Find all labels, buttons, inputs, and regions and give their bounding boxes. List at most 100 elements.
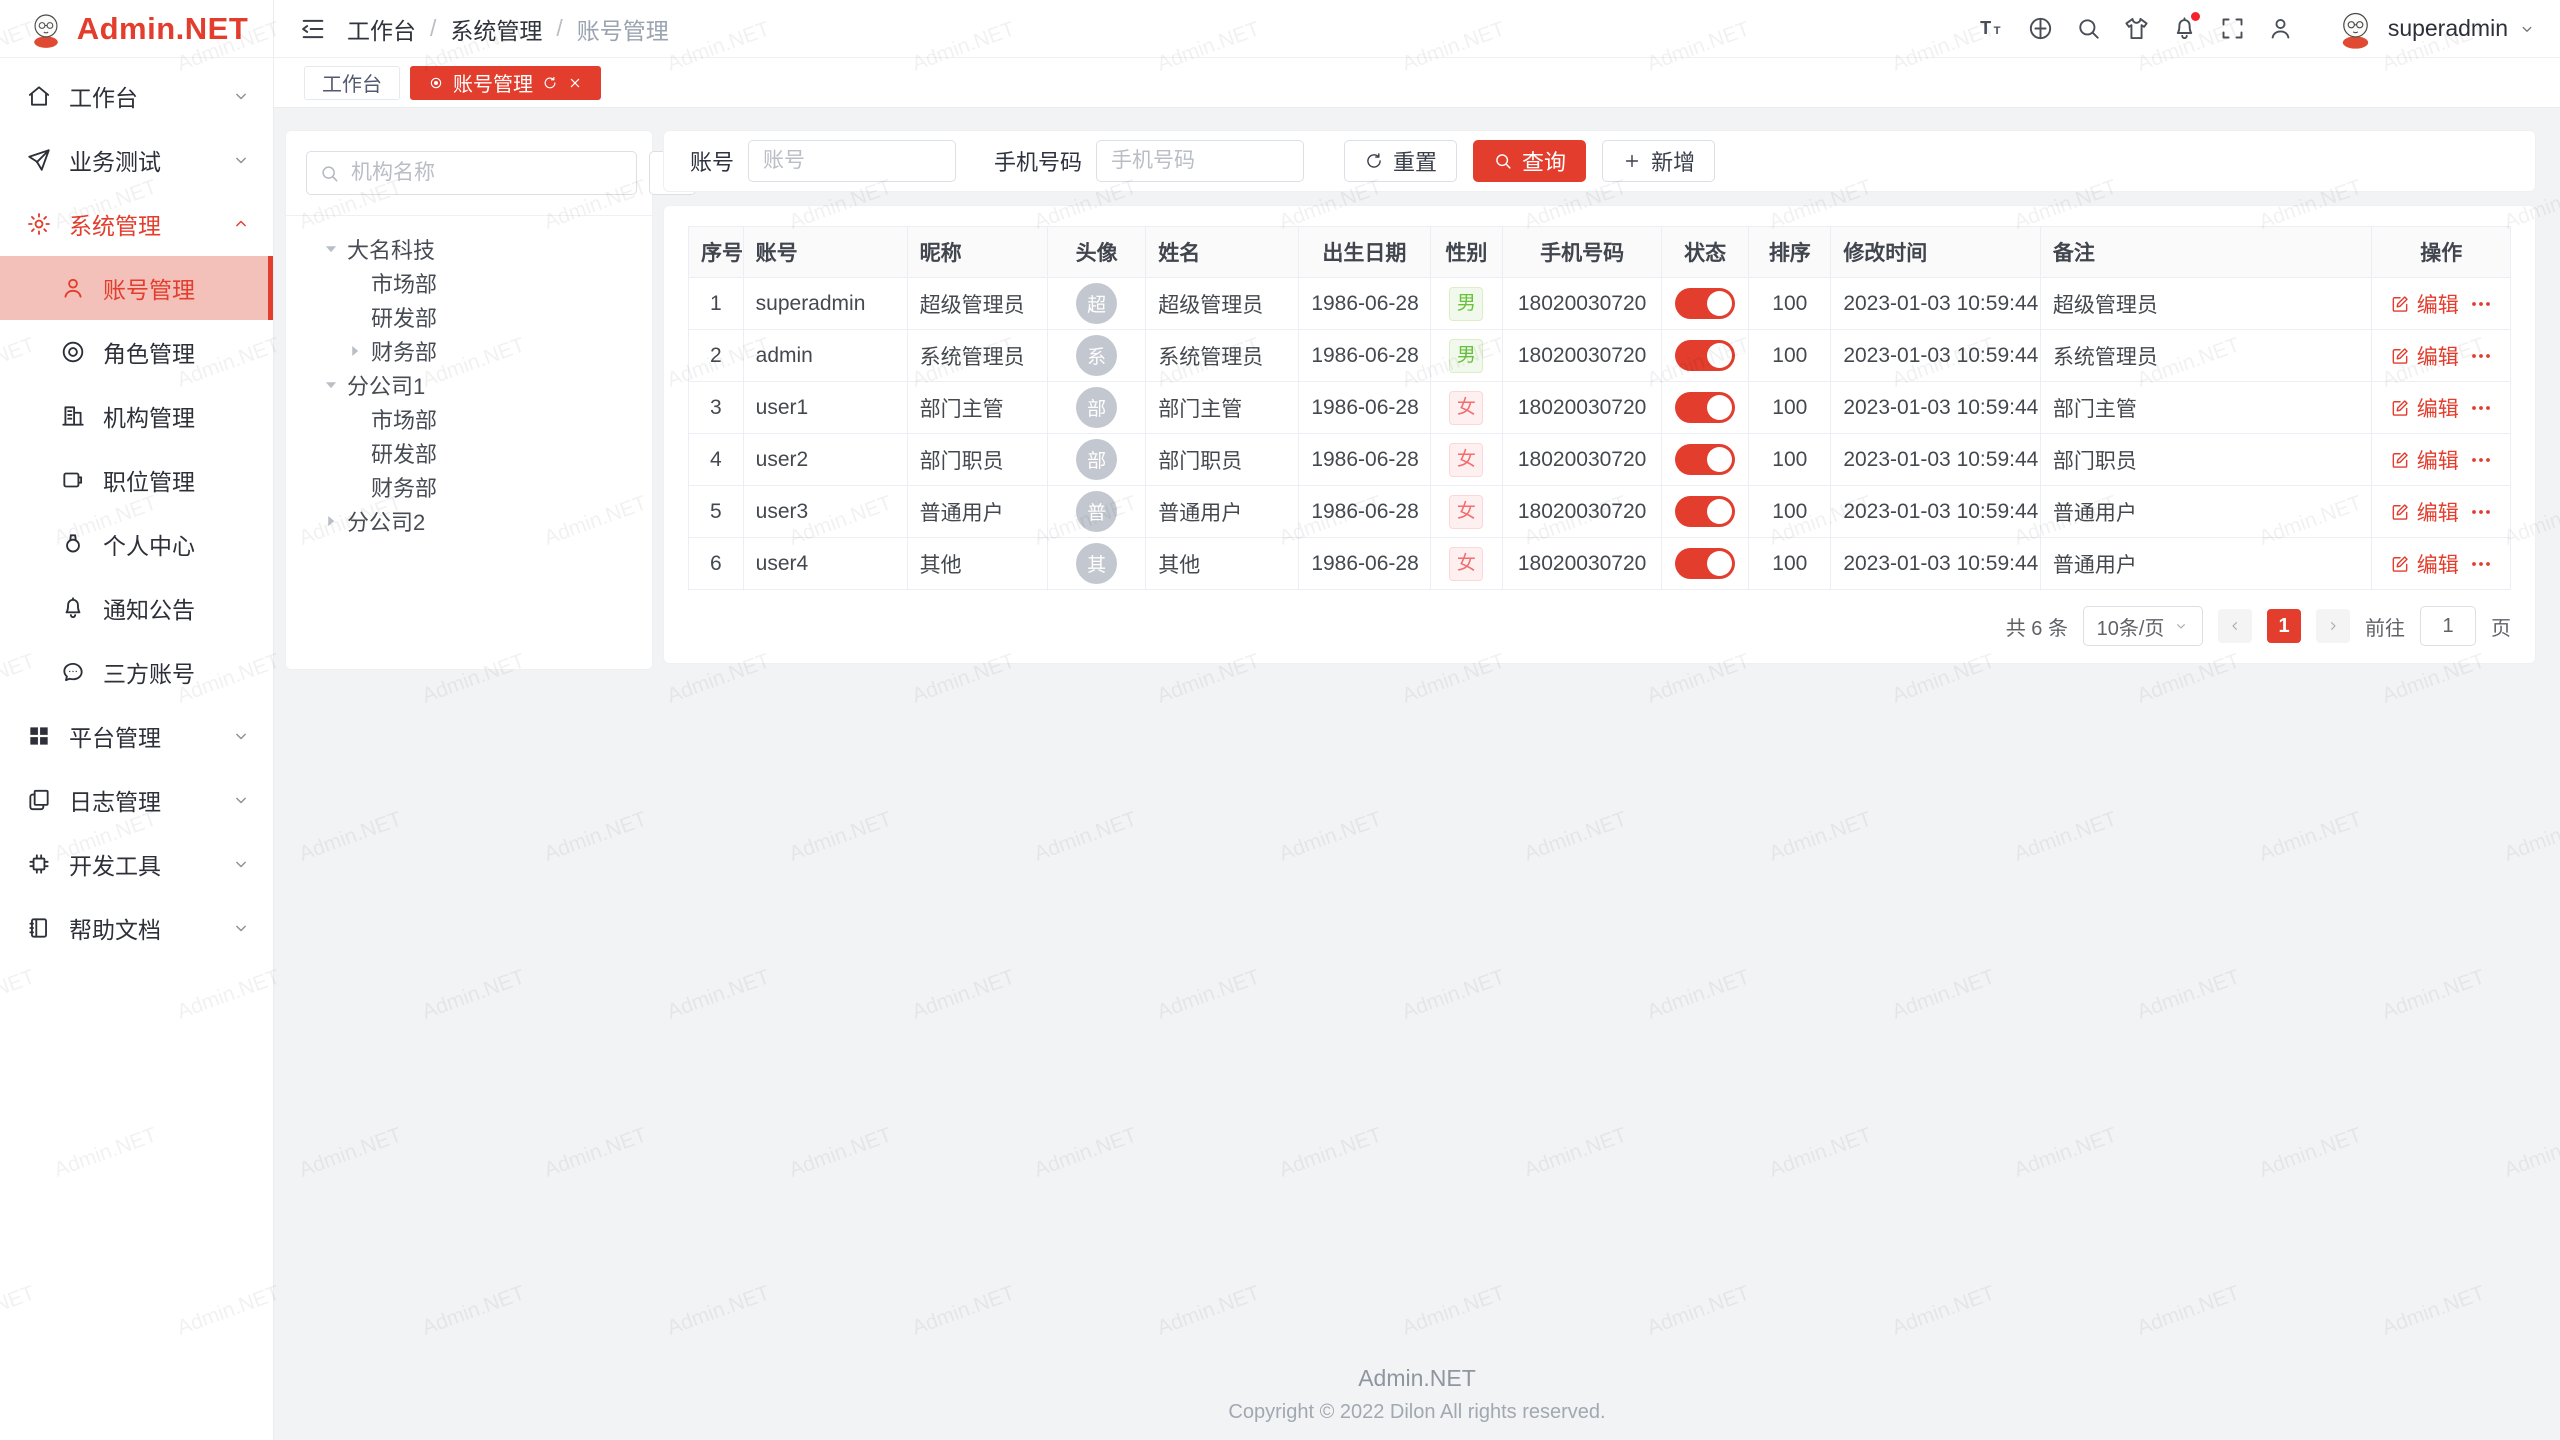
font-size-button[interactable]: TT bbox=[1971, 7, 2015, 51]
sidebar-item-system-manage[interactable]: 系统管理 bbox=[0, 192, 273, 256]
reset-button[interactable]: 重置 bbox=[1344, 140, 1457, 182]
status-toggle[interactable] bbox=[1675, 496, 1735, 527]
fullscreen-button[interactable] bbox=[2211, 7, 2255, 51]
sidebar-item-workbench[interactable]: 工作台 bbox=[0, 64, 273, 128]
cell-gender: 女 bbox=[1430, 382, 1503, 434]
tree-node-label: 财务部 bbox=[371, 471, 437, 503]
caret-down-icon[interactable] bbox=[320, 374, 342, 396]
edit-button[interactable]: 编辑 bbox=[2390, 445, 2459, 475]
pagination: 共 6 条 10条/页 1 前往 bbox=[688, 606, 2511, 646]
tree-node[interactable]: 财务部 bbox=[306, 470, 632, 504]
accounts-table: 序号账号昵称头像姓名出生日期性别手机号码状态排序修改时间备注操作1superad… bbox=[688, 226, 2511, 590]
accounts-table-card: 序号账号昵称头像姓名出生日期性别手机号码状态排序修改时间备注操作1superad… bbox=[663, 205, 2536, 664]
logo[interactable]: Admin.NET bbox=[0, 0, 273, 58]
row-more-button[interactable] bbox=[2469, 448, 2493, 472]
add-button-label: 新增 bbox=[1651, 145, 1695, 177]
sidebar-item-help-docs[interactable]: 帮助文档 bbox=[0, 896, 273, 960]
caret-placeholder bbox=[344, 408, 366, 430]
sidebar-item-dev-tools[interactable]: 开发工具 bbox=[0, 832, 273, 896]
tree-node[interactable]: 研发部 bbox=[306, 436, 632, 470]
next-page-button[interactable] bbox=[2316, 609, 2350, 643]
page-size-select[interactable]: 10条/页 bbox=[2083, 606, 2203, 646]
breadcrumb-item[interactable]: 工作台 bbox=[347, 12, 416, 46]
tree-node[interactable]: 市场部 bbox=[306, 266, 632, 300]
search-button[interactable] bbox=[2067, 7, 2111, 51]
user-menu[interactable]: superadmin bbox=[2333, 6, 2536, 51]
menu-fold-icon[interactable] bbox=[299, 15, 327, 43]
row-more-button[interactable] bbox=[2469, 552, 2493, 576]
sidebar-item-log-manage[interactable]: 日志管理 bbox=[0, 768, 273, 832]
tree-node[interactable]: 分公司2 bbox=[306, 504, 632, 538]
cell-birth: 1986-06-28 bbox=[1299, 330, 1430, 382]
log-icon bbox=[26, 787, 52, 813]
row-more-button[interactable] bbox=[2469, 292, 2493, 316]
cell-name: 部门主管 bbox=[1146, 382, 1299, 434]
caret-right-icon[interactable] bbox=[320, 510, 342, 532]
theme-button[interactable] bbox=[2115, 7, 2159, 51]
status-toggle[interactable] bbox=[1675, 392, 1735, 423]
phone-input[interactable] bbox=[1096, 140, 1304, 182]
account-input[interactable] bbox=[748, 140, 956, 182]
tree-node-label: 分公司2 bbox=[347, 505, 425, 537]
edit-button[interactable]: 编辑 bbox=[2390, 393, 2459, 423]
tab-workbench[interactable]: 工作台 bbox=[304, 66, 400, 100]
status-toggle[interactable] bbox=[1675, 548, 1735, 579]
avatar[interactable] bbox=[2333, 6, 2378, 51]
cell-op: 编辑 bbox=[2372, 382, 2511, 434]
sidebar-item-personal-center[interactable]: 个人中心 bbox=[0, 512, 273, 576]
sidebar-item-platform-manage[interactable]: 平台管理 bbox=[0, 704, 273, 768]
edit-button[interactable]: 编辑 bbox=[2390, 549, 2459, 579]
language-button[interactable] bbox=[2019, 7, 2063, 51]
sidebar-item-business-test[interactable]: 业务测试 bbox=[0, 128, 273, 192]
status-toggle[interactable] bbox=[1675, 340, 1735, 371]
query-button[interactable]: 查询 bbox=[1473, 140, 1586, 182]
sidebar-item-label: 通知公告 bbox=[103, 591, 251, 625]
edit-button[interactable]: 编辑 bbox=[2390, 497, 2459, 527]
org-tree-panel: 大名科技市场部研发部财务部分公司1市场部研发部财务部分公司2 bbox=[285, 130, 653, 670]
tree-node[interactable]: 大名科技 bbox=[306, 232, 632, 266]
breadcrumb-separator: / bbox=[556, 15, 562, 42]
column-header-account: 账号 bbox=[743, 227, 907, 278]
tree-node[interactable]: 分公司1 bbox=[306, 368, 632, 402]
sidebar-item-label: 业务测试 bbox=[69, 143, 231, 177]
cell-avatar: 部 bbox=[1047, 434, 1145, 486]
row-more-button[interactable] bbox=[2469, 344, 2493, 368]
prev-page-button[interactable] bbox=[2218, 609, 2252, 643]
sidebar-item-org-manage[interactable]: 机构管理 bbox=[0, 384, 273, 448]
sidebar-item-notice[interactable]: 通知公告 bbox=[0, 576, 273, 640]
tree-node[interactable]: 研发部 bbox=[306, 300, 632, 334]
status-toggle[interactable] bbox=[1675, 288, 1735, 319]
cell-no: 4 bbox=[689, 434, 744, 486]
tab-account-manage[interactable]: 账号管理 bbox=[410, 66, 601, 100]
edit-button-label: 编辑 bbox=[2417, 289, 2459, 319]
profile-button[interactable] bbox=[2259, 7, 2303, 51]
sidebar-item-third-party-account[interactable]: 三方账号 bbox=[0, 640, 273, 704]
sidebar-item-role-manage[interactable]: 角色管理 bbox=[0, 320, 273, 384]
notifications-button[interactable] bbox=[2163, 7, 2207, 51]
sidebar-item-label: 开发工具 bbox=[69, 847, 231, 881]
breadcrumb-item[interactable]: 系统管理 bbox=[450, 12, 542, 46]
topbar: 工作台/系统管理/账号管理 TT superadmin bbox=[274, 0, 2560, 58]
org-search-input[interactable] bbox=[349, 160, 624, 186]
edit-button[interactable]: 编辑 bbox=[2390, 341, 2459, 371]
caret-down-icon[interactable] bbox=[320, 238, 342, 260]
home-icon bbox=[26, 83, 52, 109]
query-button-label: 查询 bbox=[1522, 145, 1566, 177]
cell-time: 2023-01-03 10:59:44 bbox=[1831, 330, 2041, 382]
page-label: 页 bbox=[2491, 612, 2511, 641]
sidebar-item-position-manage[interactable]: 职位管理 bbox=[0, 448, 273, 512]
tree-node[interactable]: 市场部 bbox=[306, 402, 632, 436]
add-button[interactable]: 新增 bbox=[1602, 140, 1715, 182]
username: superadmin bbox=[2388, 15, 2508, 42]
sidebar-item-account-manage[interactable]: 账号管理 bbox=[0, 256, 273, 320]
row-more-button[interactable] bbox=[2469, 500, 2493, 524]
cell-status bbox=[1661, 382, 1748, 434]
edit-button[interactable]: 编辑 bbox=[2390, 289, 2459, 319]
chevron-down-icon bbox=[2518, 20, 2536, 38]
page-number-1[interactable]: 1 bbox=[2267, 609, 2301, 643]
row-more-button[interactable] bbox=[2469, 396, 2493, 420]
tree-node[interactable]: 财务部 bbox=[306, 334, 632, 368]
goto-page-input[interactable] bbox=[2420, 606, 2476, 646]
status-toggle[interactable] bbox=[1675, 444, 1735, 475]
caret-right-icon[interactable] bbox=[344, 340, 366, 362]
